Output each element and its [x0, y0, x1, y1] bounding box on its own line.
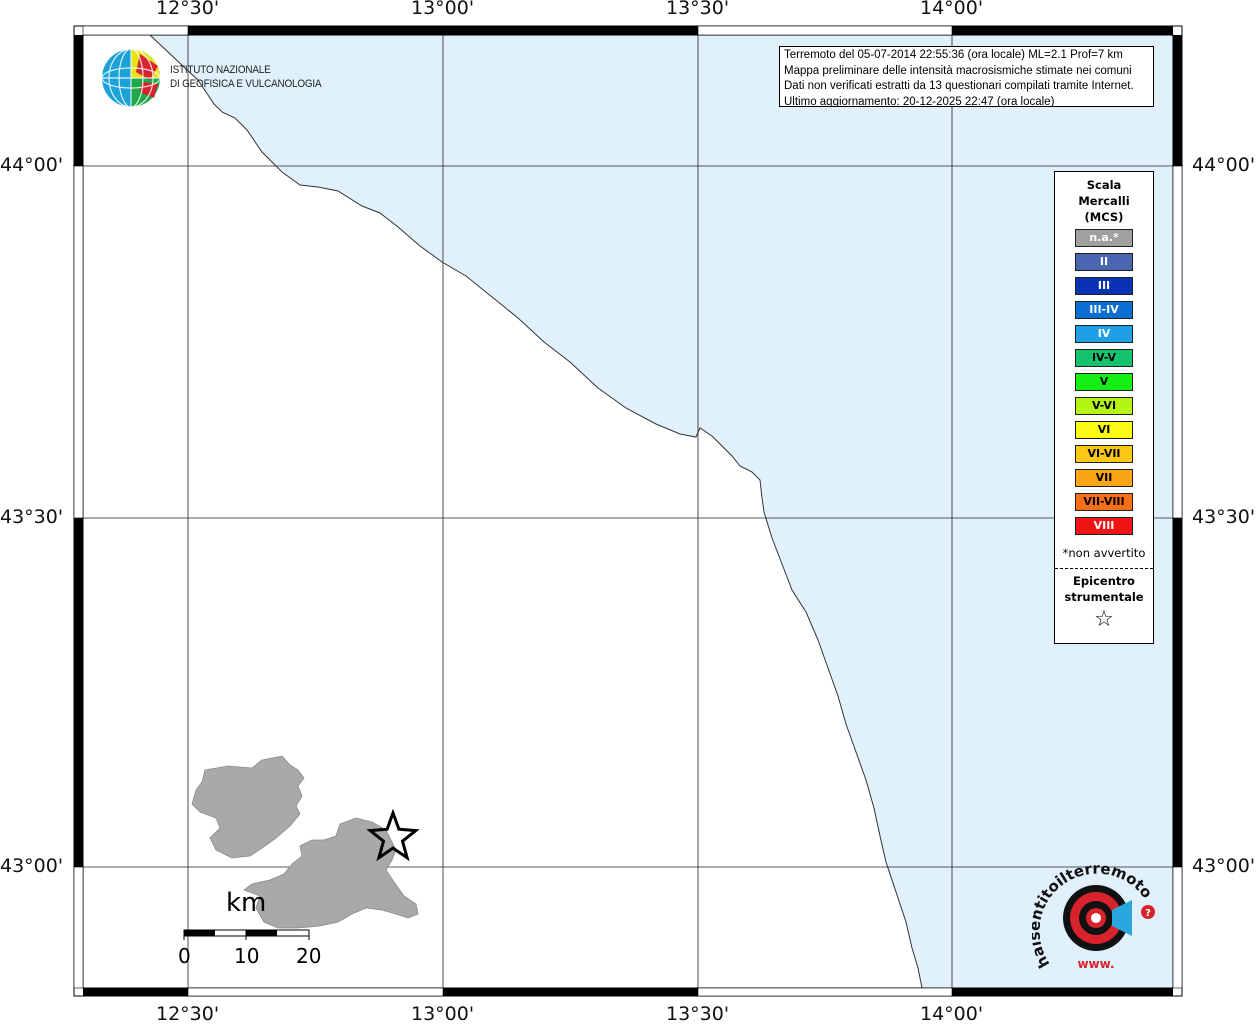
mcs-legend: Scala Mercalli (MCS) n.a.* II III III-IV IV I…: [1054, 171, 1154, 644]
legend-item: VI-VII: [1075, 445, 1133, 463]
lon-label-bottom-3: 13°30': [666, 1003, 730, 1025]
legend-separator: [1055, 568, 1153, 569]
lat-label-right-3: 43°00': [1192, 855, 1256, 877]
legend-star-icon: ☆: [1094, 607, 1114, 632]
event-info-line3: Dati non verificati estratti da 13 quest…: [784, 80, 1134, 92]
legend-item: II: [1075, 253, 1133, 271]
legend-item: V: [1075, 373, 1133, 391]
lat-label-left-2: 43°30': [0, 506, 64, 528]
legend-epicenter-label: Epicentro strumentale: [1055, 573, 1153, 605]
ingv-globe-logo-icon: [101, 48, 161, 108]
ingv-logo-line1: ISTITUTO NAZIONALE: [170, 64, 271, 76]
ingv-logo-line2: DI GEOFISICA E VULCANOLOGIA: [170, 78, 322, 90]
lon-label-bottom-4: 14°00': [920, 1003, 984, 1025]
lat-label-left-1: 44°00': [0, 154, 64, 176]
legend-item: V-VI: [1075, 397, 1133, 415]
event-info-box: Terremoto del 05-07-2014 22:55:36 (ora l…: [779, 46, 1154, 107]
scale-unit-label: km: [226, 888, 267, 918]
legend-title: Scala Mercalli (MCS): [1055, 177, 1153, 225]
legend-item: III-IV: [1075, 301, 1133, 319]
legend-item: VII: [1075, 469, 1133, 487]
legend-note: *non avvertito: [1062, 546, 1146, 560]
event-info-line4: Ultimo aggiornamento: 20-12-2025 22:47 (…: [784, 95, 1055, 107]
lon-label-top-2: 13°00': [411, 0, 475, 19]
legend-epicenter-line1: Epicentro: [1073, 574, 1135, 588]
lon-label-top-4: 14°00': [920, 0, 984, 19]
svg-text:?: ?: [1145, 908, 1151, 919]
haisentito-logo-icon: ? haisentitoilterremoto.it www.: [1032, 862, 1156, 971]
svg-text:www.: www.: [1077, 957, 1114, 971]
lon-label-bottom-2: 13°00': [411, 1003, 475, 1025]
scale-label-0: 0: [178, 944, 191, 968]
event-info-line1: Terremoto del 05-07-2014 22:55:36 (ora l…: [784, 49, 1123, 61]
lon-label-bottom-1: 12°30': [156, 1003, 220, 1025]
lon-label-top-1: 12°30': [156, 0, 220, 19]
lat-label-right-2: 43°30': [1192, 506, 1256, 528]
lon-label-top-3: 13°30': [666, 0, 730, 19]
legend-item: VII-VIII: [1075, 493, 1133, 511]
legend-item: IV-V: [1075, 349, 1133, 367]
scale-label-20: 20: [296, 944, 322, 968]
legend-item: IV: [1075, 325, 1133, 343]
legend-epicenter-line2: strumentale: [1064, 590, 1144, 604]
scale-label-10: 10: [234, 944, 260, 968]
legend-item: III: [1075, 277, 1133, 295]
legend-title-line2: Mercalli: [1078, 194, 1130, 208]
legend-item: VIII: [1075, 517, 1133, 535]
legend-item: VI: [1075, 421, 1133, 439]
lat-label-left-3: 43°00': [0, 855, 64, 877]
legend-item: n.a.*: [1075, 229, 1133, 247]
lat-label-right-1: 44°00': [1192, 154, 1256, 176]
event-info-line2: Mappa preliminare delle intensità macros…: [784, 64, 1132, 77]
ingv-logo-text: ISTITUTO NAZIONALE DI GEOFISICA E VULCAN…: [170, 63, 322, 91]
legend-title-line3: (MCS): [1084, 210, 1124, 224]
legend-title-line1: Scala: [1086, 178, 1122, 192]
